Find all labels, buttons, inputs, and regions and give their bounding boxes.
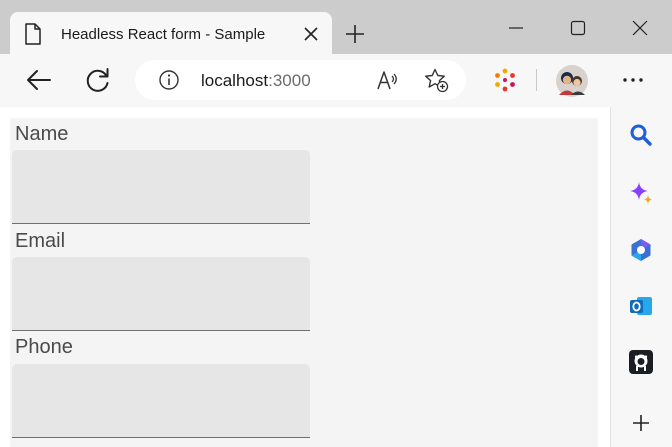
email-label: Email xyxy=(15,230,66,252)
phone-field[interactable] xyxy=(12,364,310,438)
search-icon[interactable] xyxy=(628,122,654,148)
microsoft365-icon[interactable] xyxy=(628,237,654,263)
url-text[interactable]: localhost:3000 xyxy=(201,71,311,91)
maximize-icon[interactable] xyxy=(568,18,588,38)
tab-title: Headless React form - Sample xyxy=(61,26,266,43)
address-bar[interactable]: localhost:3000 xyxy=(135,60,466,100)
name-field[interactable] xyxy=(12,150,310,224)
name-label: Name xyxy=(15,123,69,145)
extension-icon[interactable] xyxy=(490,65,520,95)
more-icon[interactable] xyxy=(618,65,648,95)
phone-label: Phone xyxy=(15,336,73,358)
add-favorite-icon[interactable] xyxy=(423,67,449,93)
email-field[interactable] xyxy=(12,257,310,331)
browser-window: Headless React form - Sample localhost:3… xyxy=(0,0,672,447)
edge-sidebar xyxy=(610,107,672,447)
back-arrow-icon[interactable] xyxy=(24,65,54,95)
toolbar-separator xyxy=(536,69,537,91)
url-host: localhost xyxy=(201,71,269,90)
refresh-icon[interactable] xyxy=(83,65,113,95)
browser-tab[interactable]: Headless React form - Sample xyxy=(10,12,332,54)
tab-strip: Headless React form - Sample xyxy=(0,0,672,54)
copilot-icon[interactable] xyxy=(628,180,654,206)
page-viewport: Name Email Phone xyxy=(0,107,610,447)
document-icon xyxy=(25,23,41,45)
close-icon[interactable] xyxy=(302,25,320,43)
plus-icon[interactable] xyxy=(343,22,367,46)
info-icon[interactable] xyxy=(158,69,180,91)
avatar[interactable] xyxy=(555,64,589,98)
add-icon[interactable] xyxy=(628,410,654,436)
close-window-icon[interactable] xyxy=(630,18,650,38)
toolbar: localhost:3000 xyxy=(0,54,672,107)
outlook-icon[interactable] xyxy=(628,293,654,319)
form: Name Email Phone xyxy=(10,118,598,447)
github-icon[interactable] xyxy=(628,349,654,375)
minimize-icon[interactable] xyxy=(506,18,526,38)
url-port: :3000 xyxy=(268,71,311,90)
read-aloud-icon[interactable] xyxy=(376,68,400,92)
